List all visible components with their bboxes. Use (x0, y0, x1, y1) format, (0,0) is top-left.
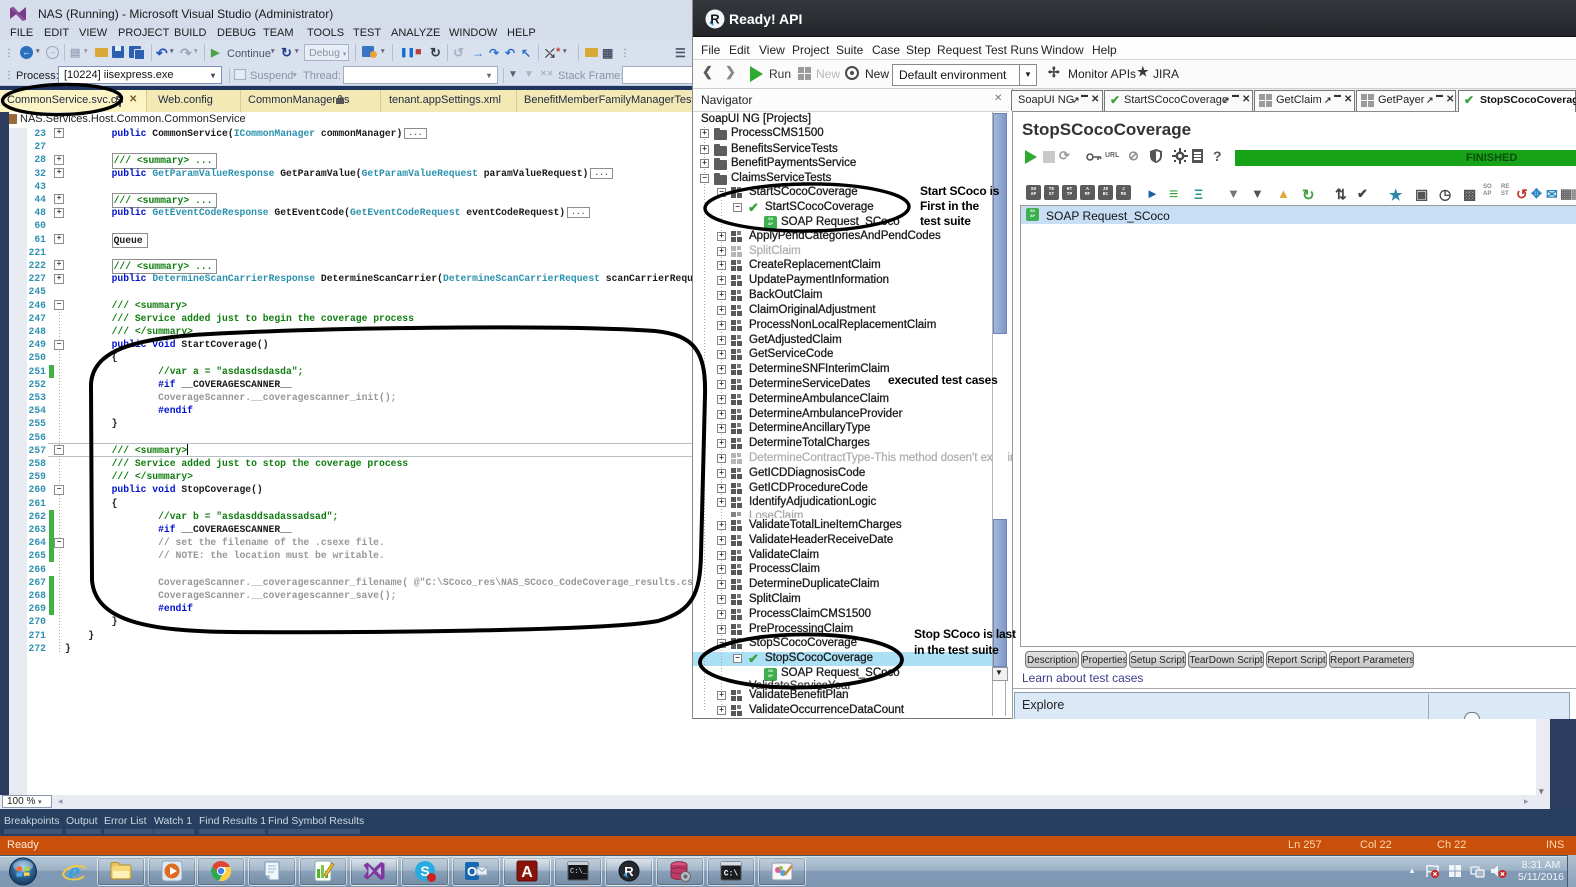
svg-text:e: e (68, 859, 80, 885)
svg-text:C:\_: C:\_ (570, 868, 588, 876)
svg-text:C:\: C:\ (724, 870, 739, 879)
svg-text:A: A (521, 864, 533, 881)
svg-text:R: R (624, 864, 634, 879)
svg-text:O: O (467, 864, 477, 879)
svg-text:R: R (710, 12, 720, 27)
